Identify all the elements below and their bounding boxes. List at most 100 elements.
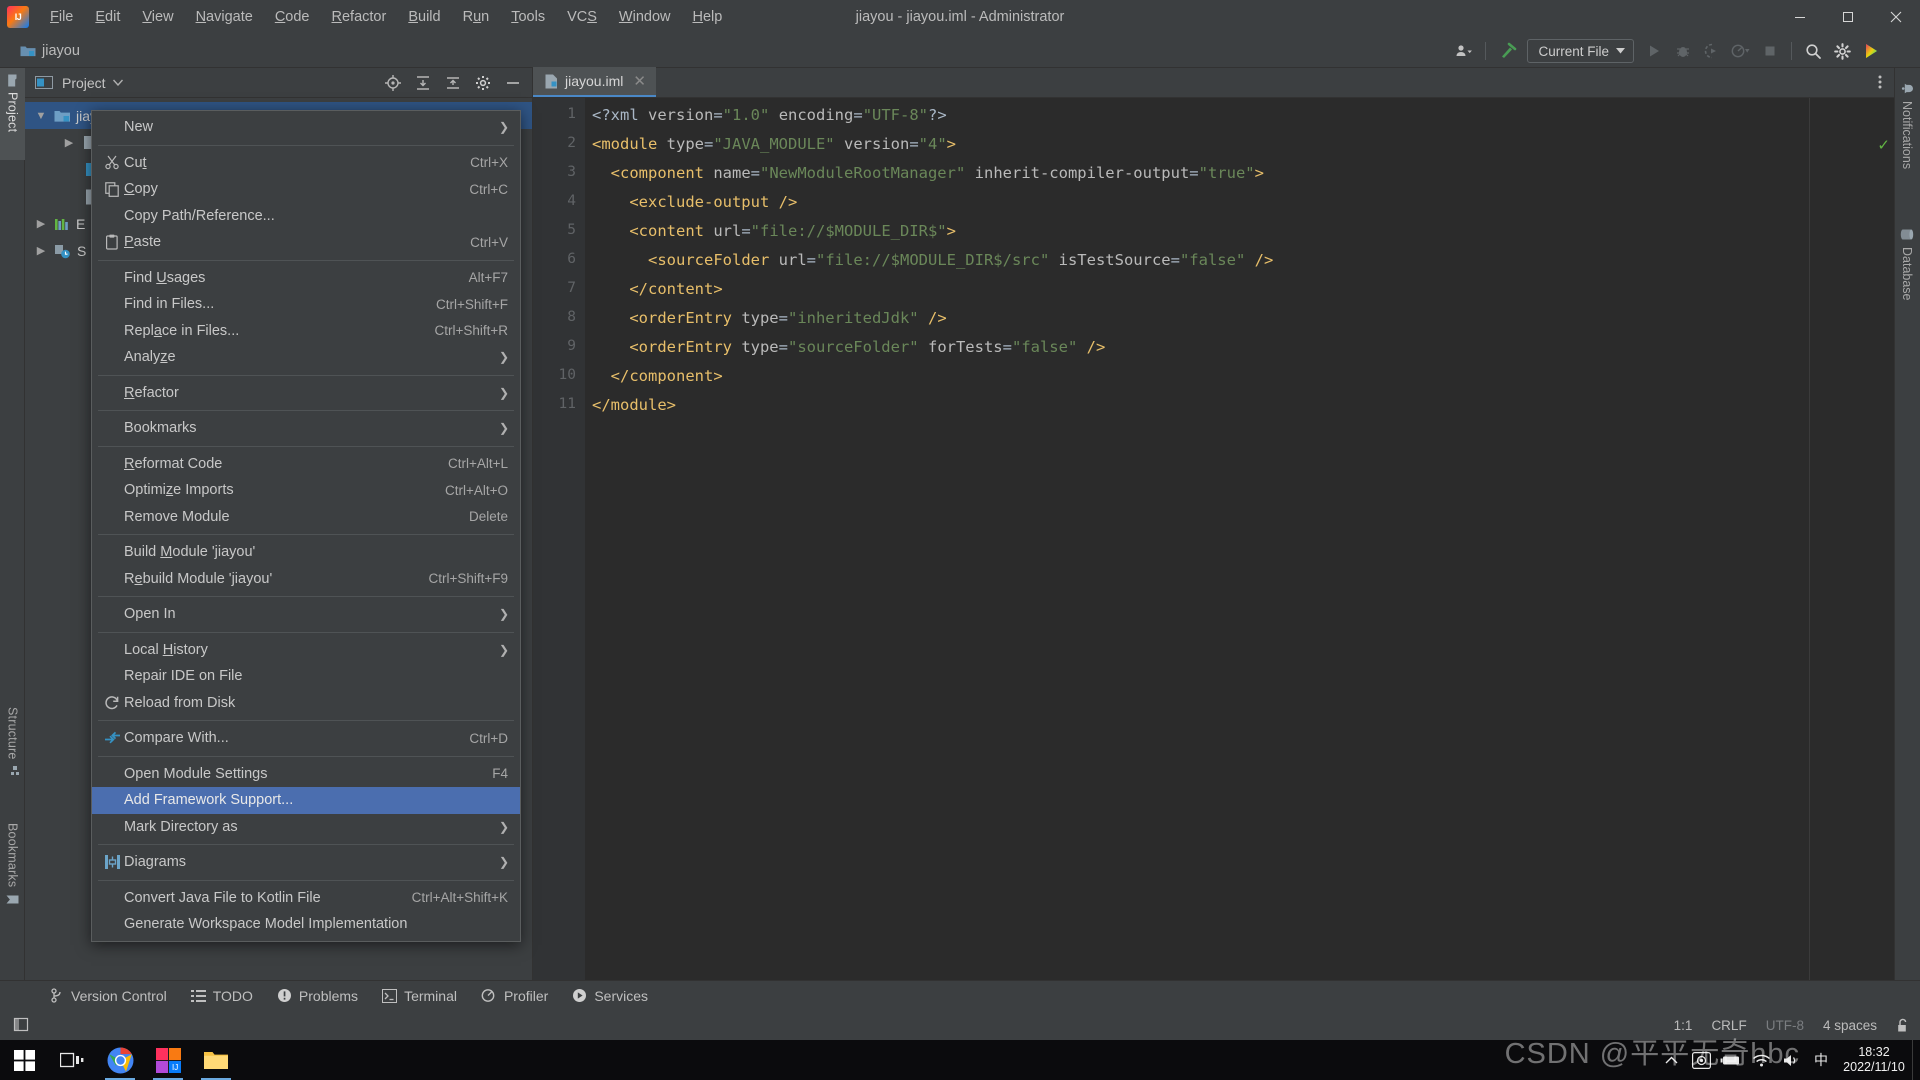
close-icon[interactable]: ✕ <box>633 72 646 90</box>
menu-navigate[interactable]: Navigate <box>185 5 264 29</box>
editor-tab-jiayou-iml[interactable]: jiayou.iml ✕ <box>533 67 656 97</box>
run-configuration-selector[interactable]: Current File <box>1527 39 1634 63</box>
menu-item-copy[interactable]: Copy Ctrl+C <box>92 176 520 203</box>
tool-button-version-control[interactable]: Version Control <box>38 984 179 1008</box>
sidebar-item-bookmarks[interactable]: Bookmarks <box>0 816 25 934</box>
stop-button[interactable] <box>1756 38 1783 64</box>
menu-item-refactor[interactable]: Refactor ❯ <box>92 380 520 407</box>
settings-gear-icon[interactable] <box>469 70 496 96</box>
run-button[interactable] <box>1640 38 1667 64</box>
build-hammer-icon[interactable] <box>1494 38 1521 64</box>
menu-item-repair-ide-on-file[interactable]: Repair IDE on File <box>92 663 520 690</box>
file-encoding[interactable]: UTF-8 <box>1766 1018 1804 1033</box>
sidebar-item-structure[interactable]: Structure <box>0 700 25 804</box>
chevron-down-icon[interactable]: ▼ <box>33 110 49 122</box>
locate-file-icon[interactable] <box>379 70 406 96</box>
menu-item-cut[interactable]: Cut Ctrl+X <box>92 150 520 177</box>
tool-button-terminal[interactable]: Terminal <box>370 984 469 1008</box>
run-with-coverage-button[interactable] <box>1698 38 1725 64</box>
menu-item-new[interactable]: New ❯ <box>92 114 520 141</box>
menu-view[interactable]: View <box>131 5 184 29</box>
menu-tools[interactable]: Tools <box>500 5 556 29</box>
menu-item-compare-with[interactable]: Compare With... Ctrl+D <box>92 725 520 752</box>
menu-item-convert-java-file-to-kotlin-file[interactable]: Convert Java File to Kotlin File Ctrl+Alt… <box>92 885 520 912</box>
menu-item-analyze[interactable]: Analyze ❯ <box>92 344 520 371</box>
battery-icon[interactable] <box>1716 1040 1746 1080</box>
code-content[interactable]: <?xml version="1.0" encoding="UTF-8"?> <m… <box>585 98 1894 1010</box>
show-hidden-icons-chevron[interactable] <box>1656 1040 1686 1080</box>
search-everywhere-icon[interactable] <box>1800 38 1827 64</box>
sidebar-item-database[interactable]: Database <box>1894 220 1920 328</box>
menu-item-open-module-settings[interactable]: Open Module Settings F4 <box>92 761 520 788</box>
menu-refactor[interactable]: Refactor <box>321 5 398 29</box>
show-desktop-button[interactable] <box>1912 1040 1920 1080</box>
inspection-gutter[interactable]: ✓ <box>1876 98 1894 1010</box>
hide-panel-icon[interactable] <box>499 70 526 96</box>
ide-updates-icon[interactable] <box>1858 38 1885 64</box>
task-view-button[interactable] <box>48 1040 96 1080</box>
breadcrumb[interactable]: jiayou <box>20 43 80 59</box>
menu-item-reformat-code[interactable]: Reformat Code Ctrl+Alt+L <box>92 451 520 478</box>
indent-setting[interactable]: 4 spaces <box>1823 1018 1877 1033</box>
collapse-all-icon[interactable] <box>439 70 466 96</box>
menu-item-build-module-jiayou[interactable]: Build Module 'jiayou' <box>92 539 520 566</box>
editor-gutter[interactable]: 1 2 3 4 5 6 7 8 9 10 11 <box>533 98 585 1010</box>
sidebar-item-notifications[interactable]: Notifications <box>1894 74 1920 202</box>
profile-button[interactable] <box>1727 38 1754 64</box>
tool-button-problems[interactable]: Problems <box>265 984 370 1008</box>
menu-item-bookmarks[interactable]: Bookmarks ❯ <box>92 415 520 442</box>
menu-help[interactable]: Help <box>681 5 733 29</box>
menu-item-diagrams[interactable]: Diagrams ❯ <box>92 849 520 876</box>
taskbar-clock[interactable]: 18:32 2022/11/10 <box>1836 1040 1912 1080</box>
menu-vcs[interactable]: VCS <box>556 5 608 29</box>
sidebar-item-project[interactable]: Project <box>0 68 25 160</box>
tool-button-todo[interactable]: TODO <box>179 984 265 1008</box>
maximize-button[interactable] <box>1824 0 1872 34</box>
menu-item-local-history[interactable]: Local History ❯ <box>92 637 520 664</box>
menu-run[interactable]: Run <box>452 5 501 29</box>
chevron-right-icon[interactable]: ▶ <box>61 136 77 149</box>
menu-item-generate-workspace-model-implementation[interactable]: Generate Workspace Model Implementation <box>92 911 520 938</box>
chrome-button[interactable] <box>96 1040 144 1080</box>
menu-item-add-framework-support[interactable]: Add Framework Support... <box>92 787 520 814</box>
tool-button-profiler[interactable]: Profiler <box>469 984 560 1008</box>
settings-gear-icon[interactable] <box>1829 38 1856 64</box>
menu-edit[interactable]: Edit <box>84 5 131 29</box>
menu-item-remove-module[interactable]: Remove Module Delete <box>92 504 520 531</box>
account-icon[interactable] <box>1450 38 1477 64</box>
intellij-button[interactable]: IJ <box>144 1040 192 1080</box>
line-separator[interactable]: CRLF <box>1711 1018 1746 1033</box>
unlocked-icon[interactable] <box>1896 1018 1910 1033</box>
menu-item-find-in-files[interactable]: Find in Files... Ctrl+Shift+F <box>92 291 520 318</box>
menu-file[interactable]: File <box>39 5 84 29</box>
menu-item-reload-from-disk[interactable]: Reload from Disk <box>92 690 520 717</box>
wifi-icon[interactable] <box>1746 1040 1776 1080</box>
ime-cn-icon[interactable]: 中 <box>1806 1040 1836 1080</box>
menu-item-replace-in-files[interactable]: Replace in Files... Ctrl+Shift+R <box>92 318 520 345</box>
menu-code[interactable]: Code <box>264 5 321 29</box>
menu-item-open-in[interactable]: Open In ❯ <box>92 601 520 628</box>
caret-position[interactable]: 1:1 <box>1674 1018 1693 1033</box>
close-button[interactable] <box>1872 0 1920 34</box>
menu-item-copy-path-reference[interactable]: Copy Path/Reference... <box>92 203 520 230</box>
menu-item-optimize-imports[interactable]: Optimize Imports Ctrl+Alt+O <box>92 477 520 504</box>
tool-button-services[interactable]: Services <box>560 984 660 1008</box>
volume-icon[interactable] <box>1776 1040 1806 1080</box>
file-explorer-button[interactable] <box>192 1040 240 1080</box>
editor-tab-options-icon[interactable] <box>1870 71 1890 93</box>
toggle-tool-window-icon[interactable] <box>8 1012 35 1038</box>
screen-capture-icon[interactable] <box>1686 1040 1716 1080</box>
menu-item-find-usages[interactable]: Find Usages Alt+F7 <box>92 265 520 292</box>
chevron-right-icon[interactable]: ▶ <box>33 217 49 230</box>
menu-window[interactable]: Window <box>608 5 682 29</box>
start-button[interactable] <box>0 1040 48 1080</box>
more-options-icon[interactable] <box>1887 38 1914 64</box>
debug-button[interactable] <box>1669 38 1696 64</box>
chevron-down-icon[interactable] <box>112 79 123 86</box>
expand-all-icon[interactable] <box>409 70 436 96</box>
menu-build[interactable]: Build <box>397 5 451 29</box>
menu-item-rebuild-module-jiayou[interactable]: Rebuild Module 'jiayou' Ctrl+Shift+F9 <box>92 566 520 593</box>
menu-item-paste[interactable]: Paste Ctrl+V <box>92 229 520 256</box>
menu-item-mark-directory-as[interactable]: Mark Directory as ❯ <box>92 814 520 841</box>
chevron-right-icon[interactable]: ▶ <box>33 244 49 257</box>
